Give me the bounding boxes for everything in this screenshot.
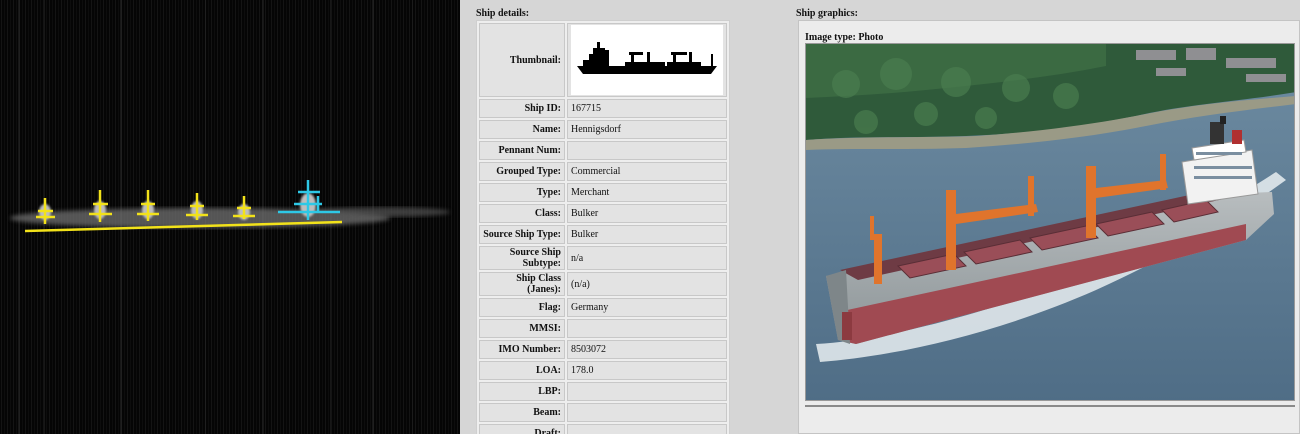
detail-row: Class: Bulker [479, 204, 727, 223]
sar-image [0, 0, 460, 434]
detail-label: MMSI: [479, 319, 565, 338]
detail-row: Flag: Germany [479, 298, 727, 317]
detail-row: Ship Class (Janes): (n/a) [479, 272, 727, 296]
detail-label: Grouped Type: [479, 162, 565, 181]
detail-value: Commercial [567, 162, 727, 181]
detail-row: LOA: 178.0 [479, 361, 727, 380]
detail-row: Name: Hennigsdorf [479, 120, 727, 139]
image-type-label: Image type: Photo [805, 32, 884, 43]
detail-label: Name: [479, 120, 565, 139]
detail-label: Source Ship Type: [479, 225, 565, 244]
detail-row: Grouped Type: Commercial [479, 162, 727, 181]
ship-details-title: Ship details: [476, 8, 530, 19]
detail-value: 178.0 [567, 361, 727, 380]
thumbnail-label: Thumbnail: [479, 23, 565, 97]
detail-row: Ship ID: 167715 [479, 99, 727, 118]
detail-label: LBP: [479, 382, 565, 401]
photo-divider [805, 405, 1295, 407]
detail-label: Class: [479, 204, 565, 223]
detail-row: MMSI: [479, 319, 727, 338]
detail-row: Source Ship Subtype: n/a [479, 246, 727, 270]
detail-value: Merchant [567, 183, 727, 202]
detail-label: Pennant Num: [479, 141, 565, 160]
detail-label: LOA: [479, 361, 565, 380]
detail-value: (n/a) [567, 272, 727, 296]
detail-label: Beam: [479, 403, 565, 422]
detail-label: Draft: [479, 424, 565, 434]
detail-value [567, 424, 727, 434]
detail-label: Flag: [479, 298, 565, 317]
detail-label: Type: [479, 183, 565, 202]
ship-photo[interactable] [805, 43, 1295, 401]
sar-image-panel [0, 0, 460, 434]
detail-value: n/a [567, 246, 727, 270]
detail-value: Bulker [567, 225, 727, 244]
detail-row: Pennant Num: [479, 141, 727, 160]
detail-value [567, 403, 727, 422]
detail-row: IMO Number: 8503072 [479, 340, 727, 359]
detail-value: Germany [567, 298, 727, 317]
detail-row: LBP: [479, 382, 727, 401]
detail-value [567, 382, 727, 401]
ship-thumbnail [571, 25, 723, 95]
ship-details-panel: Ship details: Thumbnail: Ship ID: 167715… [460, 0, 780, 434]
thumbnail-row: Thumbnail: [479, 23, 727, 97]
detail-label: Source Ship Subtype: [479, 246, 565, 270]
detail-label: IMO Number: [479, 340, 565, 359]
detail-value: 8503072 [567, 340, 727, 359]
detail-label: Ship ID: [479, 99, 565, 118]
ship-graphics-title: Ship graphics: [796, 8, 858, 19]
detail-label: Ship Class (Janes): [479, 272, 565, 296]
detail-row: Source Ship Type: Bulker [479, 225, 727, 244]
detail-row: Beam: [479, 403, 727, 422]
ship-photo-image [806, 44, 1294, 400]
detail-value: Bulker [567, 204, 727, 223]
ship-details-table: Thumbnail: Ship ID: 167715 Name: Hennigs… [476, 20, 730, 434]
detail-value: Hennigsdorf [567, 120, 727, 139]
detail-row: Type: Merchant [479, 183, 727, 202]
detail-value [567, 319, 727, 338]
detail-value: 167715 [567, 99, 727, 118]
ship-graphics-panel: Ship graphics: Image type: Photo [780, 0, 1300, 434]
ship-silhouette-icon [577, 42, 717, 74]
detail-row: Draft: [479, 424, 727, 434]
detail-value [567, 141, 727, 160]
ship-graphics-box: Image type: Photo [798, 20, 1300, 434]
